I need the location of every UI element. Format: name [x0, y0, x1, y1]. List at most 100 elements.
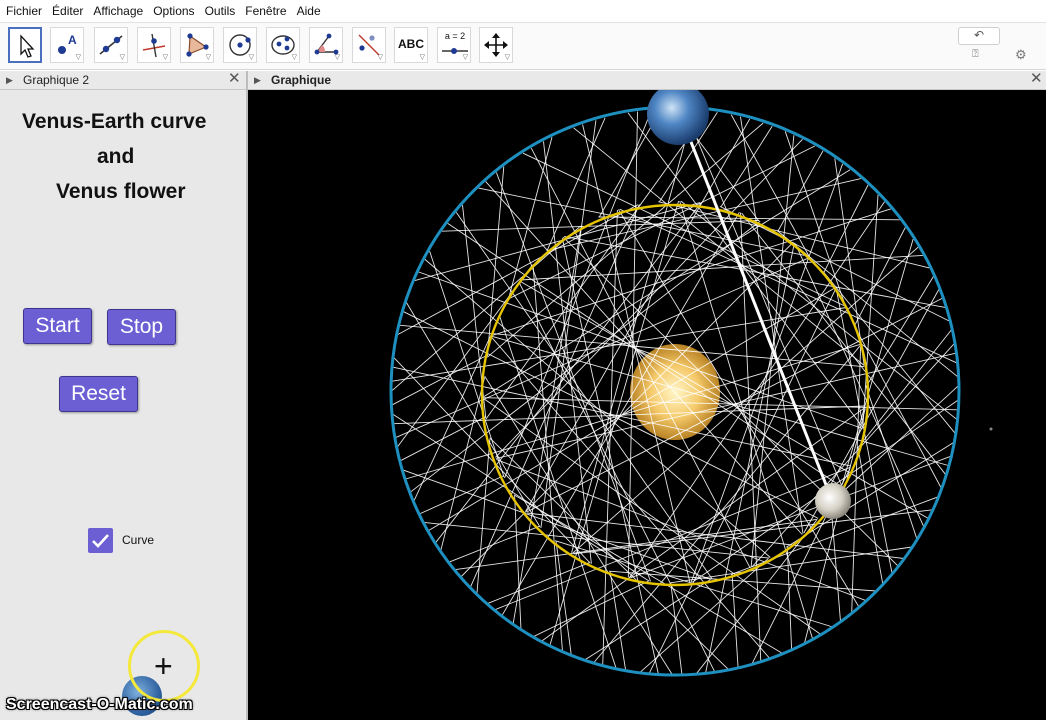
circle-tool-button[interactable]: ▽ [223, 27, 257, 63]
curve-segment [658, 201, 930, 269]
perpendicular-tool-button[interactable]: ▽ [137, 27, 171, 63]
line-tool-button[interactable]: ▽ [94, 27, 128, 63]
curve-segment [392, 354, 488, 406]
curve-segment [525, 118, 751, 512]
curve-segment [392, 413, 650, 582]
graphics-header: ▶ Graphique ✕ [248, 70, 1046, 90]
curve-segment [507, 145, 816, 300]
dropdown-triangle-icon: ▽ [291, 54, 297, 61]
heading-line-2: and [97, 145, 135, 168]
venus-earth-curve [391, 108, 959, 676]
curve-segment [680, 200, 957, 420]
menu-editer[interactable]: Éditer [46, 4, 87, 18]
curve-segment [829, 385, 959, 504]
curve-segment [492, 335, 949, 466]
point-tool-button[interactable]: A ▽ [50, 27, 84, 63]
menu-affichage[interactable]: Affichage [87, 4, 147, 18]
earth [647, 90, 709, 145]
help-icon[interactable]: ⍰ [972, 48, 979, 61]
undo-icon: ↶ [973, 28, 985, 42]
curve-segment [512, 225, 582, 625]
curve-segment [397, 204, 639, 335]
graphics-title: Graphique [271, 73, 332, 87]
curve-segment [670, 582, 683, 675]
move-view-tool-button[interactable]: ▽ [479, 27, 513, 63]
curve-segment [857, 329, 952, 449]
curve-checkbox-label: Curve [122, 533, 155, 547]
menu-bar: Fichier Éditer Affichage Options Outils … [0, 0, 1046, 23]
stop-button[interactable]: Stop [107, 309, 176, 345]
close-view-icon[interactable]: ✕ [228, 70, 241, 88]
watermark: Screencast-O-Matic.com [6, 696, 193, 713]
collapse-triangle-icon[interactable]: ▶ [6, 71, 13, 89]
graphics-2-title: Graphique 2 [23, 73, 90, 87]
curve-segment [393, 366, 852, 467]
start-button[interactable]: Start [23, 308, 92, 344]
heading-line-1: Venus-Earth curve [22, 110, 207, 133]
curve-segment [487, 562, 590, 605]
venus-flower-canvas [389, 90, 993, 677]
reflect-tool-button[interactable]: ▽ [352, 27, 386, 63]
text-abc-icon: ABC [398, 37, 424, 51]
heading-line-3: Venus flower [56, 180, 186, 203]
small-point [989, 427, 993, 431]
slider-tool-button[interactable]: a = 2 ▽ [437, 27, 471, 63]
menu-outils[interactable]: Outils [199, 4, 240, 18]
cursor-arrow-icon [20, 34, 35, 58]
curve-segment [448, 525, 540, 563]
curve-segment [532, 264, 563, 652]
curve-segment [834, 158, 865, 365]
menu-aide[interactable]: Aide [291, 4, 325, 18]
curve-segment [484, 397, 958, 411]
toolbar: A ▽ ▽ ▽ ▽ ▽ ▽ ▽ ▽ ABC ▽ a = 2 ▽ ▽ ↶ ⍰ ⚙ [0, 23, 1046, 70]
dropdown-triangle-icon: ▽ [419, 54, 425, 61]
curve-segment [413, 317, 500, 502]
graphics-2-view: Venus-Earth curve and Venus flower Start… [0, 90, 246, 720]
curve-segment [853, 227, 906, 327]
checkmark-icon [92, 534, 109, 548]
curve-segment [419, 475, 504, 515]
svg-text:A: A [68, 33, 77, 47]
dropdown-triangle-icon: ▽ [377, 54, 383, 61]
move-tool-button[interactable] [8, 27, 42, 63]
curve-segment [695, 519, 817, 675]
menu-fenetre[interactable]: Fenêtre [239, 4, 290, 18]
curve-segment [508, 136, 553, 299]
gear-icon[interactable]: ⚙ [1015, 47, 1027, 63]
curve-segment [564, 235, 946, 308]
menu-options[interactable]: Options [147, 4, 198, 18]
close-view-icon[interactable]: ✕ [1030, 70, 1043, 88]
curve-segment [720, 125, 773, 207]
curve-segment [423, 521, 770, 559]
dropdown-triangle-icon: ▽ [205, 54, 211, 61]
curve-segment [705, 242, 795, 674]
dropdown-triangle-icon: ▽ [75, 54, 81, 61]
dropdown-triangle-icon: ▽ [504, 54, 510, 61]
curve-segment [865, 276, 934, 388]
curve-segment [851, 346, 862, 614]
dropdown-triangle-icon: ▽ [119, 54, 125, 61]
ellipse-tool-button[interactable]: ▽ [266, 27, 300, 63]
menu-fichier[interactable]: Fichier [0, 4, 46, 18]
curve-segment [639, 558, 769, 674]
curve-segment [627, 111, 638, 578]
polygon-tool-button[interactable]: ▽ [180, 27, 214, 63]
curve-segment [740, 116, 804, 534]
dropdown-triangle-icon: ▽ [462, 54, 468, 61]
undo-button[interactable]: ↶ [958, 27, 1000, 45]
angle-tool-button[interactable]: ▽ [309, 27, 343, 63]
slider-icon-label: a = 2 [444, 31, 466, 41]
graphics-view[interactable] [248, 90, 1046, 720]
dropdown-triangle-icon: ▽ [248, 54, 254, 61]
text-tool-button[interactable]: ABC ▽ [394, 27, 428, 63]
curve-segment [520, 254, 923, 281]
curve-segment [476, 438, 491, 595]
curve-segment [841, 238, 914, 485]
curve-checkbox[interactable] [88, 528, 113, 553]
graphics-2-header: ▶ Graphique 2 ✕ [0, 70, 246, 90]
reset-button[interactable]: Reset [59, 376, 138, 412]
venus [815, 483, 851, 519]
crosshair-cursor-icon: + [154, 648, 173, 684]
collapse-triangle-icon[interactable]: ▶ [254, 71, 261, 89]
curve-segment [584, 579, 711, 661]
